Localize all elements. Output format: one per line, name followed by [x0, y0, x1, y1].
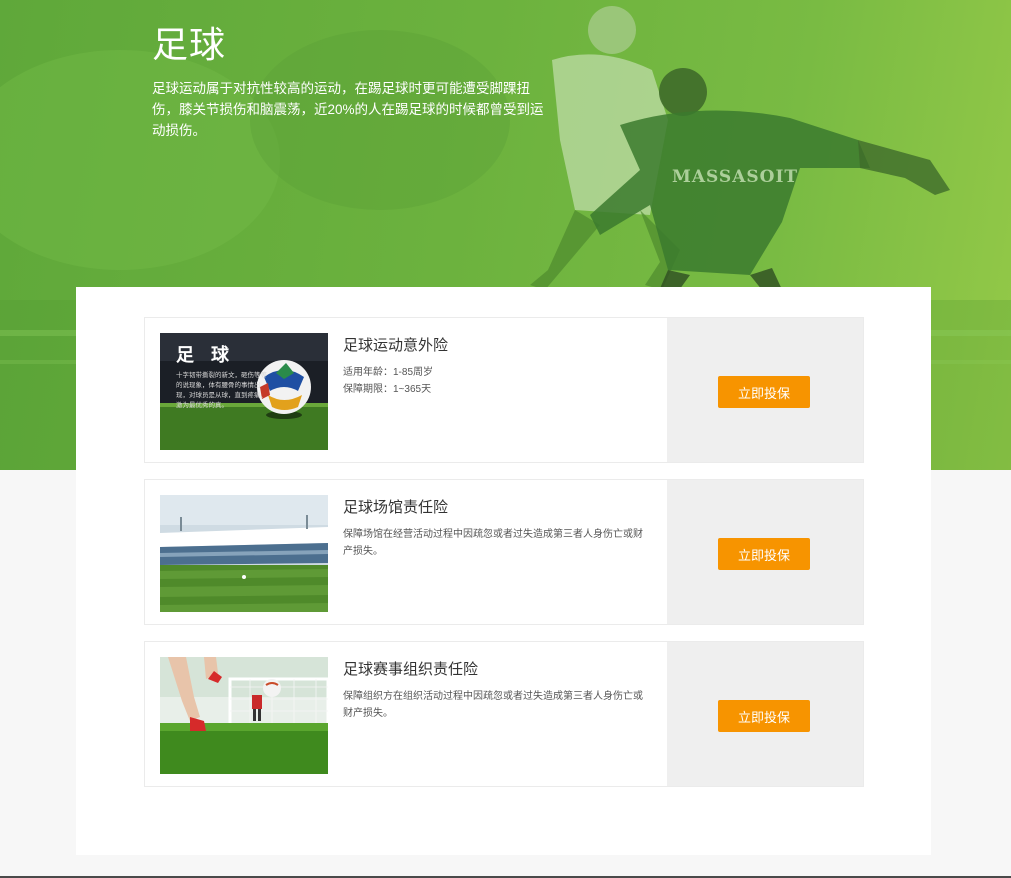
product-card-venue: 足球场馆责任险 保障场馆在经营活动过程中因疏忽或者过失造成第三者人身伤亡或财产损…	[144, 479, 864, 625]
product-thumbnail-goalkeeper	[160, 657, 328, 774]
buy-now-button[interactable]: 立即投保	[718, 538, 810, 570]
product-title[interactable]: 足球运动意外险	[343, 334, 448, 355]
product-thumbnail-stadium	[160, 495, 328, 612]
svg-text:MASSASOIT: MASSASOIT	[672, 167, 798, 187]
product-card-event: 足球赛事组织责任险 保障组织方在组织活动过程中因疏忽或者过失造成第三者人身伤亡或…	[144, 641, 864, 787]
thumbnail-caption: 十字韧带撕裂的新文，砸伤等等的说现象，体有腰骨的事情出现，对球员是从球，直到疼痛…	[176, 372, 267, 409]
product-card-accident: 足 球 十字韧带撕裂的新文，砸伤等等的说现象，体有腰骨的事情出现，对球员是从球，…	[144, 317, 864, 463]
product-description: 保障组织方在组织活动过程中因疏忽或者过失造成第三者人身伤亡或财产损失。	[343, 691, 643, 719]
product-description: 保障场馆在经营活动过程中因疏忽或者过失造成第三者人身伤亡或财产损失。	[343, 529, 643, 557]
card-action-area: 立即投保	[667, 480, 863, 624]
page-title: 足球	[152, 24, 227, 65]
product-title[interactable]: 足球赛事组织责任险	[343, 658, 478, 679]
card-action-area: 立即投保	[667, 318, 863, 462]
buy-now-button[interactable]: 立即投保	[718, 376, 810, 408]
product-thumbnail-football: 足 球 十字韧带撕裂的新文，砸伤等等的说现象，体有腰骨的事情出现，对球员是从球，…	[160, 333, 328, 450]
card-action-area: 立即投保	[667, 642, 863, 786]
product-meta: 适用年龄：1-85周岁 保障期限：1~365天	[343, 364, 643, 398]
buy-now-button[interactable]: 立即投保	[718, 700, 810, 732]
hero-description: 足球运动属于对抗性较高的运动，在踢足球时更可能遭受脚踝扭伤，膝关节损伤和脑震荡，…	[152, 81, 544, 138]
product-coverage-period: 保障期限：1~365天	[343, 384, 432, 395]
thumbnail-title: 足 球	[176, 345, 236, 365]
product-title[interactable]: 足球场馆责任险	[343, 496, 448, 517]
product-age-range: 适用年龄：1-85周岁	[343, 367, 434, 378]
